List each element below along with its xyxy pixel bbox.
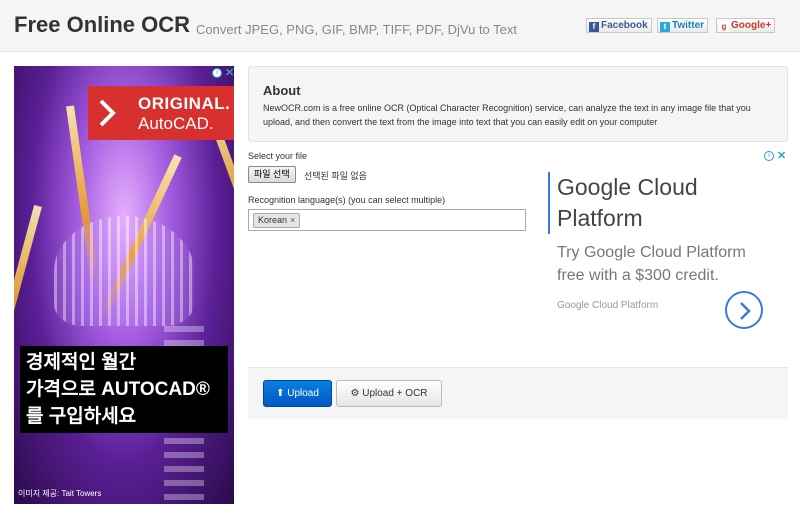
upload-ocr-button[interactable]: ⚙ Upload + OCR [336,380,442,407]
ad-go-button[interactable] [725,291,763,329]
choose-file-button[interactable]: 파일 선택 [248,166,296,183]
language-tag-label: Korean [258,215,288,225]
google-cloud-ad[interactable]: Google Cloud Platform Try Google Cloud P… [548,150,788,340]
left-advertisement[interactable]: i ✕ ORIGINAL. AutoCAD. 경제적인 월간 가격으로 AUTO… [14,66,234,504]
twitter-share-button[interactable]: t Twitter [657,18,709,33]
file-status: 선택된 파일 없음 [304,171,367,181]
upload-arrow-icon: ⬆ [276,388,285,399]
autocad-badge[interactable]: ORIGINAL. AutoCAD. [88,86,234,140]
google-icon: g [719,22,729,32]
chevron-right-icon [99,99,116,127]
language-tag: Korean × [253,213,301,228]
facebook-icon: f [589,22,599,32]
gear-icon: ⚙ [350,388,360,399]
site-title[interactable]: Free Online OCR [14,12,190,38]
about-panel: About NewOCR.com is a free online OCR (O… [248,66,788,142]
facebook-share-button[interactable]: f Facebook [586,18,652,33]
upload-ocr-label: Upload + OCR [362,388,428,399]
chevron-right-icon [740,302,751,320]
ad-source: Google Cloud Platform [557,300,659,311]
ad-headline-line: 경제적인 월간 [26,352,137,373]
about-text: NewOCR.com is a free online OCR (Optical… [263,103,751,127]
close-icon[interactable]: ✕ [225,66,234,79]
ad-description: Try Google Cloud Platform free with a $3… [557,244,746,284]
facebook-label: Facebook [601,20,648,31]
info-icon[interactable]: i [212,68,222,78]
google-plus-share-button[interactable]: g Google+ [716,18,776,33]
badge-line-1: ORIGINAL. [138,94,231,113]
google-label: Google+ [731,20,772,31]
site-tagline: Convert JPEG, PNG, GIF, BMP, TIFF, PDF, … [196,22,518,37]
remove-tag-icon[interactable]: × [290,215,295,225]
upload-button[interactable]: ⬆ Upload [263,380,332,407]
upload-button-label: Upload [287,388,319,399]
language-label: Recognition language(s) (you can select … [248,195,446,205]
ad-accent-bar [548,172,550,234]
ad-headline-line: 를 구입하세요 [26,406,137,427]
language-select[interactable]: Korean × [248,209,526,231]
about-heading: About [263,83,301,98]
actions-bar: ⬆ Upload ⚙ Upload + OCR [248,367,788,419]
ad-credit: 이미지 제공: Tait Towers [18,489,102,498]
ad-headline-line: 가격으로 AUTOCAD® [26,379,210,400]
file-label: Select your file [248,151,308,161]
twitter-icon: t [660,22,670,32]
badge-line-2: AutoCAD. [138,114,214,133]
ad-title[interactable]: Google Cloud Platform [557,172,777,234]
twitter-label: Twitter [672,20,705,31]
chandelier-image [54,216,194,326]
ad-headline[interactable]: 경제적인 월간 가격으로 AUTOCAD® 를 구입하세요 [20,346,228,433]
